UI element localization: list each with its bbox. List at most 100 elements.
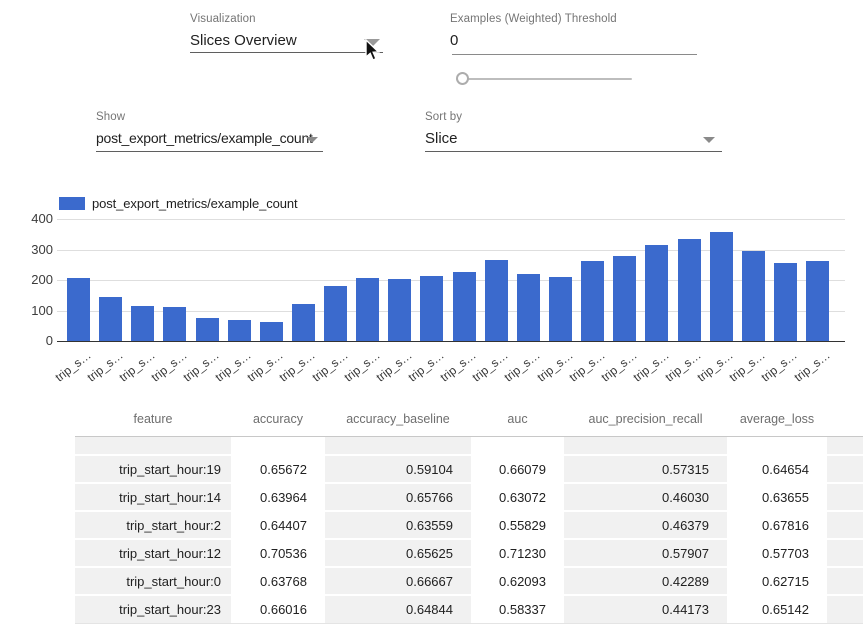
metric-cell: 0.63072: [471, 483, 564, 511]
metric-cell: [827, 455, 863, 483]
table-row[interactable]: trip_start_hour:140.639640.657660.630720…: [75, 483, 863, 511]
filter-cell: [471, 436, 564, 455]
bar[interactable]: [645, 245, 668, 341]
metric-cell: 0.62093: [471, 567, 564, 595]
table-row[interactable]: trip_start_hour:00.637680.666670.620930.…: [75, 567, 863, 595]
feature-cell: trip_start_hour:14: [75, 483, 231, 511]
feature-cell: trip_start_hour:12: [75, 539, 231, 567]
bar[interactable]: [196, 318, 219, 341]
filter-cell: [564, 436, 727, 455]
bar[interactable]: [420, 276, 443, 341]
metric-cell: 0.66016: [231, 595, 325, 623]
metric-cell: 0.65625: [325, 539, 471, 567]
bar[interactable]: [292, 304, 315, 342]
bar[interactable]: [517, 274, 540, 341]
bar[interactable]: [549, 277, 572, 341]
y-tick-label: 200: [0, 272, 53, 287]
legend-label: post_export_metrics/example_count: [92, 196, 298, 211]
filter-cell: [727, 436, 827, 455]
x-axis-labels: trip_s…trip_s…trip_s…trip_s…trip_s…trip_…: [57, 345, 845, 390]
sort-by-value: Slice: [425, 130, 462, 147]
column-header[interactable]: auc_precision_recall: [564, 402, 727, 436]
show-underline: [96, 151, 323, 152]
bar[interactable]: [581, 261, 604, 341]
column-header[interactable]: accuracy: [231, 402, 325, 436]
column-header[interactable]: average_loss: [727, 402, 827, 436]
y-tick-label: 400: [0, 211, 53, 226]
examples-threshold-field[interactable]: Examples (Weighted) Threshold 0: [450, 13, 617, 49]
bar[interactable]: [710, 232, 733, 341]
legend-swatch: [59, 197, 85, 210]
bar[interactable]: [131, 306, 154, 341]
metric-cell: 0.63559: [325, 511, 471, 539]
metric-cell: 0.46030: [564, 483, 727, 511]
metric-cell: 0.65142: [727, 595, 827, 623]
metric-cell: 0.65672: [231, 455, 325, 483]
column-header[interactable]: [827, 402, 863, 436]
metric-cell: 0.64407: [231, 511, 325, 539]
bar[interactable]: [163, 307, 186, 342]
slicing-metrics-browser: Visualization Slices Overview Examples (…: [0, 0, 863, 626]
table-row[interactable]: trip_start_hour:120.705360.656250.712300…: [75, 539, 863, 567]
column-header[interactable]: accuracy_baseline: [325, 402, 471, 436]
metric-cell: 0.67816: [727, 511, 827, 539]
metric-cell: 0.63964: [231, 483, 325, 511]
bar[interactable]: [324, 286, 347, 341]
metric-cell: 0.55829: [471, 511, 564, 539]
bar[interactable]: [485, 260, 508, 341]
gridline: [57, 219, 845, 220]
metric-cell: 0.65766: [325, 483, 471, 511]
show-dropdown-arrow-icon[interactable]: [306, 137, 318, 143]
show-label: Show: [96, 111, 313, 123]
visualization-select[interactable]: Visualization Slices Overview: [190, 13, 297, 49]
filter-cell: [325, 436, 471, 455]
filter-cell: [75, 436, 231, 455]
metric-cell: 0.70536: [231, 539, 325, 567]
table-header-row: featureaccuracyaccuracy_baselineaucauc_p…: [75, 402, 863, 436]
threshold-slider-track[interactable]: [456, 78, 632, 80]
metric-cell: 0.46379: [564, 511, 727, 539]
bar[interactable]: [806, 261, 829, 341]
visualization-label: Visualization: [190, 13, 297, 25]
bar[interactable]: [613, 256, 636, 341]
chart-plot: [57, 219, 845, 341]
examples-threshold-label: Examples (Weighted) Threshold: [450, 13, 617, 25]
metric-cell: 0.57703: [727, 539, 827, 567]
bar[interactable]: [356, 278, 379, 341]
column-header[interactable]: auc: [471, 402, 564, 436]
metric-cell: 0.64654: [727, 455, 827, 483]
filter-cell: [231, 436, 325, 455]
bar[interactable]: [67, 278, 90, 341]
x-axis-baseline: [57, 341, 845, 342]
column-header[interactable]: feature: [75, 402, 231, 436]
metric-cell: 0.62715: [727, 567, 827, 595]
mouse-cursor-icon: [364, 39, 382, 63]
metric-cell: 0.57907: [564, 539, 727, 567]
table-row[interactable]: trip_start_hour:230.660160.648440.583370…: [75, 595, 863, 623]
show-value: post_export_metrics/example_count: [96, 130, 313, 146]
bar[interactable]: [228, 320, 251, 341]
show-select[interactable]: Show post_export_metrics/example_count: [96, 111, 313, 146]
bar[interactable]: [453, 272, 476, 341]
bar[interactable]: [388, 279, 411, 341]
sort-by-label: Sort by: [425, 111, 462, 123]
bar[interactable]: [678, 239, 701, 342]
sort-by-select[interactable]: Sort by Slice: [425, 111, 462, 147]
table-row[interactable]: trip_start_hour:190.656720.591040.660790…: [75, 455, 863, 483]
metric-cell: 0.63768: [231, 567, 325, 595]
sort-by-underline: [425, 151, 722, 152]
metric-cell: 0.64844: [325, 595, 471, 623]
feature-cell: trip_start_hour:0: [75, 567, 231, 595]
bar[interactable]: [774, 263, 797, 341]
visualization-value: Slices Overview: [190, 32, 297, 49]
metric-cell: 0.66079: [471, 455, 564, 483]
metric-cell: [827, 539, 863, 567]
bar[interactable]: [742, 251, 765, 341]
bar[interactable]: [260, 322, 283, 341]
bar[interactable]: [99, 297, 122, 342]
sort-by-dropdown-arrow-icon[interactable]: [703, 137, 715, 143]
visualization-underline: [190, 52, 383, 53]
metric-cell: 0.57315: [564, 455, 727, 483]
table-row[interactable]: trip_start_hour:20.644070.635590.558290.…: [75, 511, 863, 539]
threshold-slider-thumb[interactable]: [456, 72, 469, 85]
